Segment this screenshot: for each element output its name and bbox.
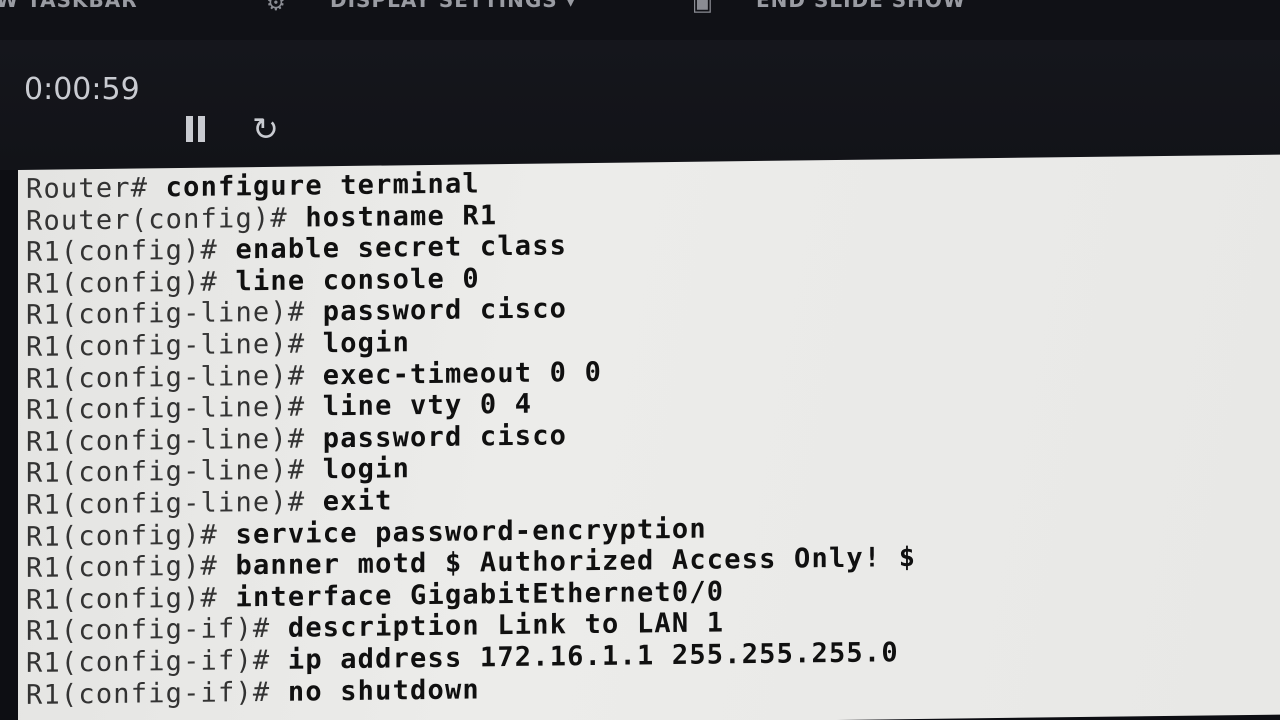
terminal-command: ip address 172.16.1.1 255.255.255.0 <box>287 637 899 676</box>
terminal-prompt: R1(config-line)# <box>26 486 306 521</box>
terminal-prompt: R1(config-if)# <box>26 676 271 711</box>
terminal-prompt: R1(config-line)# <box>26 328 306 363</box>
top-toolbar: W TASKBAR ⚙ DISPLAY SETTINGS ▾ ▣ END SLI… <box>0 0 1280 41</box>
slide-content: Router# configure terminal Router(config… <box>18 154 1280 720</box>
terminal-command: service password-encryption <box>235 513 707 550</box>
end-slide-show-button[interactable]: END SLIDE SHOW <box>756 0 966 12</box>
terminal-prompt: R1(config-if)# <box>26 644 271 679</box>
presenter-bar <box>0 40 1280 170</box>
terminal-prompt: R1(config)# <box>26 266 219 300</box>
terminal-prompt: R1(config)# <box>26 550 219 585</box>
terminal-prompt: R1(config)# <box>26 519 219 553</box>
gear-icon: ⚙ <box>266 0 286 15</box>
terminal-prompt: R1(config-line)# <box>26 423 306 458</box>
terminal-prompt: R1(config)# <box>26 582 219 616</box>
terminal-output: Router# configure terminal Router(config… <box>26 163 916 711</box>
terminal-command: hostname R1 <box>305 199 498 234</box>
terminal-command: password cisco <box>322 420 568 455</box>
reset-timer-icon[interactable]: ↻ <box>252 111 279 147</box>
terminal-command: enable secret class <box>235 230 568 266</box>
show-taskbar-button[interactable]: W TASKBAR <box>0 0 138 12</box>
terminal-prompt: R1(config-line)# <box>26 391 306 427</box>
terminal-command: password cisco <box>322 293 568 328</box>
terminal-command: login <box>322 453 411 486</box>
terminal-prompt: R1(config)# <box>26 234 219 269</box>
terminal-prompt: Router# <box>26 172 149 205</box>
terminal-command: interface GigabitEthernet0/0 <box>235 576 725 614</box>
slide-timer: 0:00:59 <box>24 72 140 107</box>
terminal-command: configure terminal <box>165 168 480 204</box>
terminal-command: exit <box>322 485 393 518</box>
terminal-command: no shutdown <box>287 673 480 708</box>
terminal-command: line console 0 <box>235 263 480 298</box>
terminal-command: description Link to LAN 1 <box>287 607 725 645</box>
terminal-command: login <box>322 327 411 360</box>
terminal-prompt: R1(config-line)# <box>26 296 306 332</box>
pause-icon[interactable] <box>184 116 208 142</box>
terminal-prompt: R1(config-line)# <box>26 360 306 395</box>
terminal-command: line vty 0 4 <box>322 388 533 423</box>
terminal-command: exec-timeout 0 0 <box>322 356 603 391</box>
terminal-prompt: Router(config)# <box>26 202 288 237</box>
monitor-icon: ▣ <box>692 0 713 15</box>
terminal-prompt: R1(config-if)# <box>26 613 271 648</box>
terminal-prompt: R1(config-line)# <box>26 454 306 490</box>
display-settings-button[interactable]: DISPLAY SETTINGS ▾ <box>330 0 577 12</box>
